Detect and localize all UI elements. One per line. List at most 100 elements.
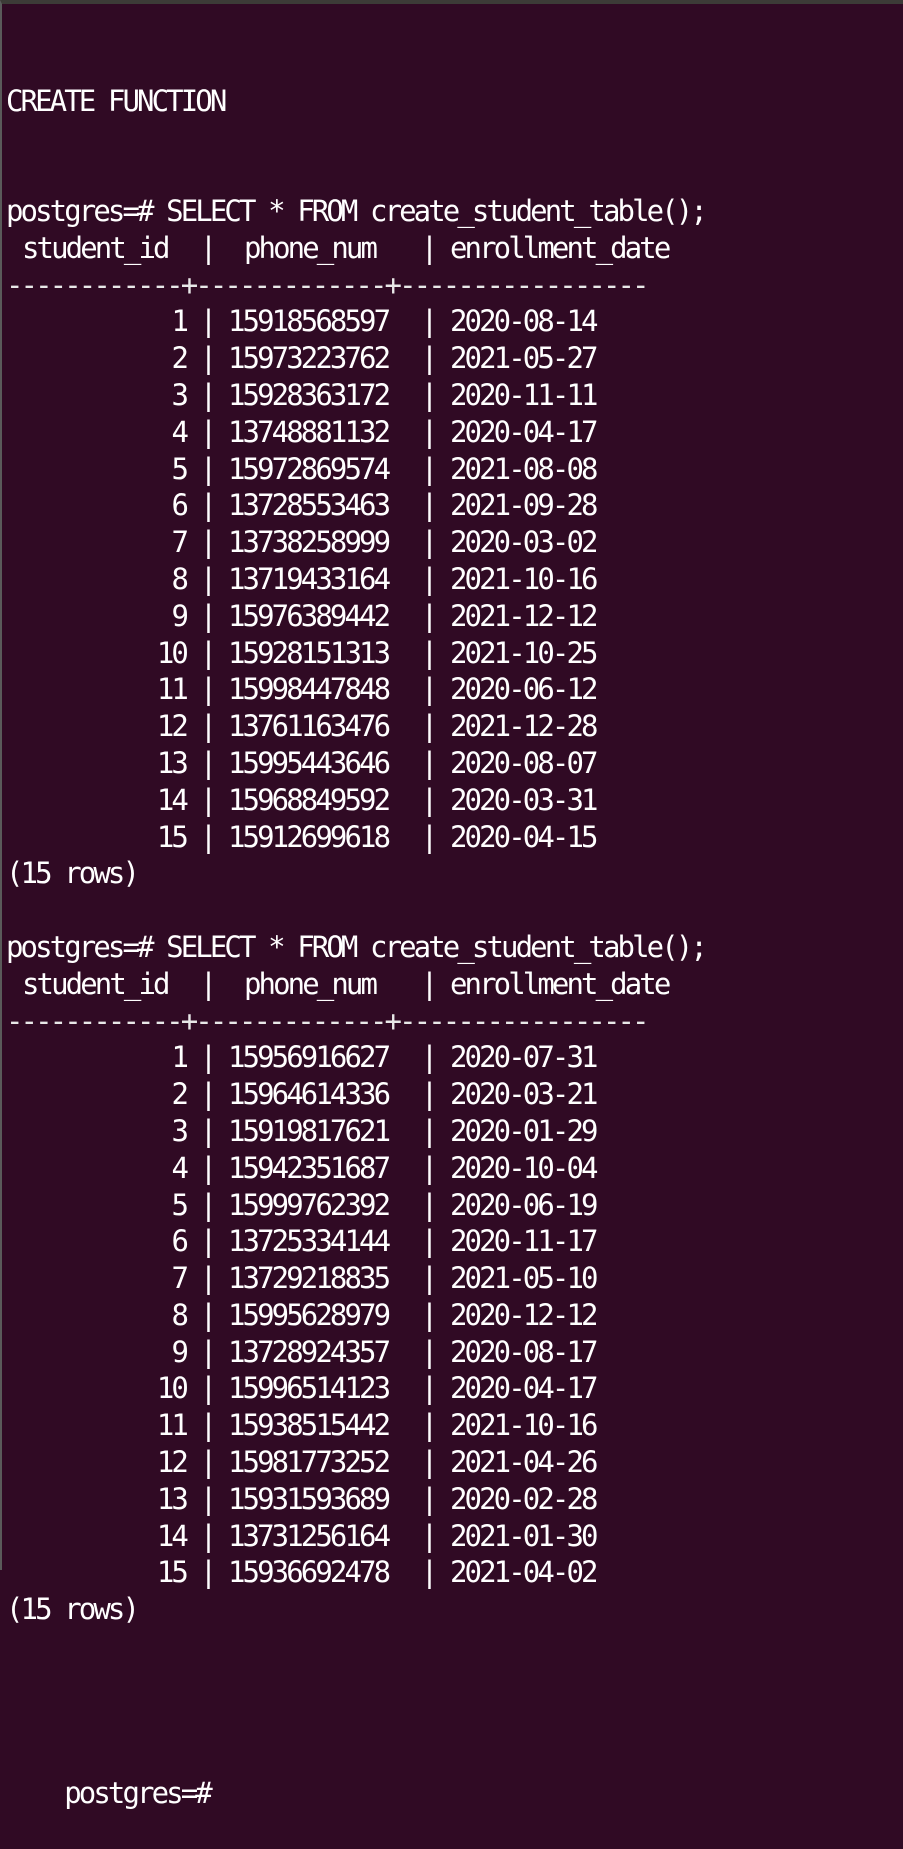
cell-phone-num: 15918568597: [228, 304, 391, 339]
table-row: 1 | 15918568597 | 2020-08-14: [6, 303, 903, 340]
column-separator: |: [420, 635, 438, 670]
column-separator: |: [199, 1481, 217, 1516]
table-row: 6 | 13725334144 | 2020-11-17: [6, 1223, 903, 1260]
column-header-student-id: student_id: [22, 966, 171, 1001]
column-header-student-id: student_id: [22, 230, 171, 265]
column-separator: |: [199, 1371, 217, 1406]
command-line: postgres=# SELECT * FROM create_student_…: [6, 929, 903, 966]
prompt: postgres=#: [6, 929, 155, 964]
cell-student-id: 7: [171, 1261, 188, 1296]
prompt: postgres=#: [64, 1776, 213, 1811]
column-separator: |: [420, 1481, 438, 1516]
cell-student-id: 5: [171, 1187, 188, 1222]
command-prompt-line[interactable]: postgres=#: [6, 1738, 903, 1810]
table-row: 10 | 15996514123 | 2020-04-17: [6, 1370, 903, 1407]
cell-student-id: 10: [156, 1371, 189, 1406]
column-separator: |: [199, 1297, 217, 1332]
table-row: 13 | 15995443646 | 2020-08-07: [6, 745, 903, 782]
column-separator: |: [420, 782, 438, 817]
table-row: 1 | 15956916627 | 2020-07-31: [6, 1039, 903, 1076]
cell-phone-num: 13748881132: [228, 414, 391, 449]
column-separator: |: [199, 1150, 217, 1185]
column-separator: |: [420, 451, 438, 486]
column-header-enrollment-date: enrollment_date: [450, 230, 671, 265]
column-separator: |: [199, 966, 217, 1001]
cell-enrollment-date: 2021-01-30: [450, 1518, 599, 1553]
cell-phone-num: 13728924357: [228, 1334, 391, 1369]
terminal-output[interactable]: CREATE FUNCTION postgres=# SELECT * FROM…: [6, 9, 903, 1812]
cell-enrollment-date: 2021-12-12: [450, 598, 599, 633]
cell-enrollment-date: 2021-04-02: [450, 1555, 599, 1590]
column-separator: |: [420, 1555, 438, 1590]
cell-enrollment-date: 2020-11-17: [450, 1224, 599, 1259]
column-separator: |: [420, 1113, 438, 1148]
column-separator: |: [420, 1040, 438, 1075]
column-separator: |: [420, 1187, 438, 1222]
cell-enrollment-date: 2020-08-17: [450, 1334, 599, 1369]
cell-enrollment-date: 2021-04-26: [450, 1445, 599, 1480]
column-separator: |: [199, 819, 217, 854]
column-separator: |: [199, 782, 217, 817]
column-separator: |: [420, 488, 438, 523]
cell-enrollment-date: 2021-10-16: [450, 561, 599, 596]
cell-phone-num: 13719433164: [228, 561, 391, 596]
column-separator: |: [199, 709, 217, 744]
table-row: 3 | 15919817621 | 2020-01-29: [6, 1113, 903, 1150]
table-divider: ------------+-------------+-------------…: [6, 1003, 650, 1038]
column-separator: |: [420, 709, 438, 744]
table-row: 9 | 15976389442 | 2021-12-12: [6, 598, 903, 635]
cell-student-id: 15: [156, 1555, 189, 1590]
column-separator: |: [420, 1334, 438, 1369]
cell-enrollment-date: 2020-03-02: [450, 525, 599, 560]
cell-phone-num: 15936692478: [228, 1555, 391, 1590]
column-header-phone-num: phone_num: [244, 230, 378, 265]
cell-student-id: 1: [171, 1040, 188, 1075]
cell-enrollment-date: 2021-09-28: [450, 488, 599, 523]
cell-phone-num: 15999762392: [228, 1187, 391, 1222]
query-results: postgres=# SELECT * FROM create_student_…: [6, 193, 903, 1665]
column-separator: |: [199, 635, 217, 670]
table-row: 15 | 15912699618 | 2020-04-15: [6, 819, 903, 856]
cell-phone-num: 13728553463: [228, 488, 391, 523]
column-separator: |: [420, 304, 438, 339]
cell-student-id: 13: [156, 745, 189, 780]
cell-phone-num: 15919817621: [228, 1113, 391, 1148]
cell-enrollment-date: 2020-08-14: [450, 304, 599, 339]
cell-enrollment-date: 2021-05-27: [450, 341, 599, 376]
column-separator: |: [420, 1445, 438, 1480]
cell-phone-num: 15976389442: [228, 598, 391, 633]
column-separator: |: [199, 525, 217, 560]
cell-student-id: 6: [171, 488, 188, 523]
cell-student-id: 12: [156, 709, 189, 744]
column-separator: |: [199, 304, 217, 339]
column-separator: |: [199, 561, 217, 596]
cell-phone-num: 15972869574: [228, 451, 391, 486]
cell-enrollment-date: 2021-12-28: [450, 709, 599, 744]
column-separator: |: [199, 414, 217, 449]
cell-phone-num: 15956916627: [228, 1040, 391, 1075]
cell-enrollment-date: 2020-03-31: [450, 782, 599, 817]
cell-enrollment-date: 2020-06-12: [450, 672, 599, 707]
cell-phone-num: 15938515442: [228, 1408, 391, 1443]
column-separator: |: [199, 672, 217, 707]
column-separator: |: [199, 1077, 217, 1112]
table-row: 6 | 13728553463 | 2021-09-28: [6, 487, 903, 524]
cell-phone-num: 15998447848: [228, 672, 391, 707]
cell-phone-num: 15981773252: [228, 1445, 391, 1480]
table-row: 13 | 15931593689 | 2020-02-28: [6, 1481, 903, 1518]
cell-phone-num: 15995628979: [228, 1297, 391, 1332]
table-row: 8 | 15995628979 | 2020-12-12: [6, 1297, 903, 1334]
table-header: student_id | phone_num | enrollment_date: [6, 230, 903, 267]
cell-phone-num: 13731256164: [228, 1518, 391, 1553]
column-separator: |: [199, 1261, 217, 1296]
cell-phone-num: 15931593689: [228, 1481, 391, 1516]
column-header-enrollment-date: enrollment_date: [450, 966, 671, 1001]
column-separator: |: [420, 377, 438, 412]
column-separator: |: [420, 561, 438, 596]
cell-phone-num: 15995443646: [228, 745, 391, 780]
cell-enrollment-date: 2020-04-17: [450, 414, 599, 449]
column-separator: |: [199, 1334, 217, 1369]
table-row: 4 | 13748881132 | 2020-04-17: [6, 414, 903, 451]
cell-student-id: 8: [171, 561, 188, 596]
column-separator: |: [420, 1150, 438, 1185]
